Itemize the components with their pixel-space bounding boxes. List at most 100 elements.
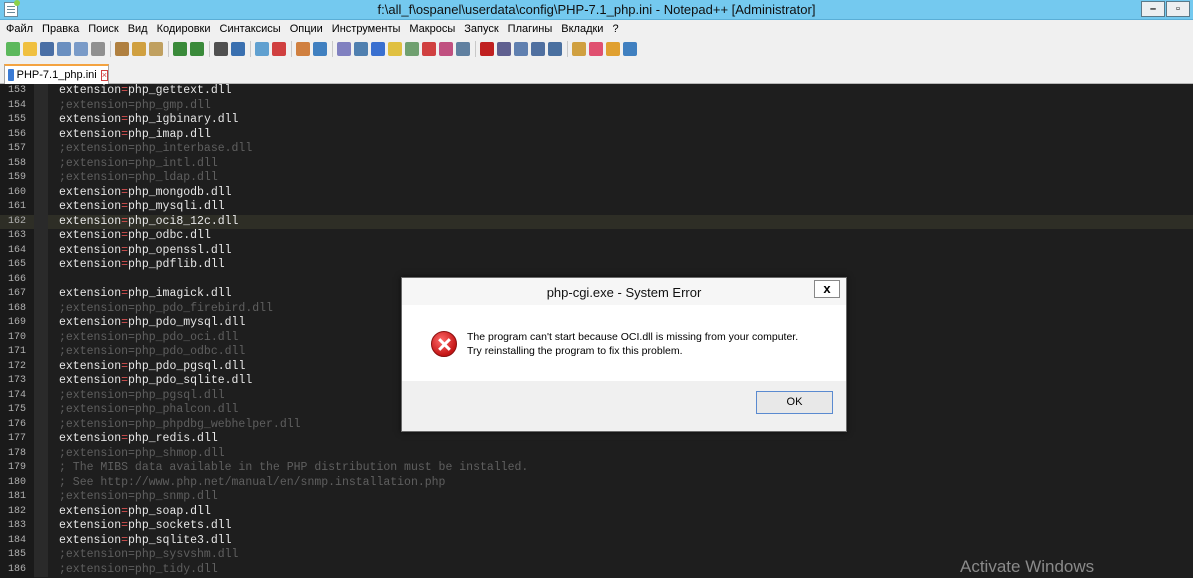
toolbar-button-icon[interactable] bbox=[388, 42, 402, 56]
toolbar-button-icon[interactable] bbox=[272, 42, 286, 56]
toolbar-button-icon[interactable] bbox=[115, 42, 129, 56]
toolbar-button-icon[interactable] bbox=[497, 42, 511, 56]
fold-margin bbox=[34, 229, 48, 244]
minimize-button[interactable]: – bbox=[1141, 1, 1165, 17]
toolbar-button-icon[interactable] bbox=[255, 42, 269, 56]
fold-margin bbox=[34, 185, 48, 200]
code-text: extension=php_mongodb.dll bbox=[59, 185, 232, 199]
toolbar-button-icon[interactable] bbox=[149, 42, 163, 56]
line-number: 177 bbox=[7, 433, 26, 444]
code-line[interactable]: 178 ;extension=php_shmop.dll bbox=[0, 446, 1193, 461]
toolbar-button-icon[interactable] bbox=[606, 42, 620, 56]
code-line[interactable]: 154 ;extension=php_gmp.dll bbox=[0, 98, 1193, 113]
toolbar-button-icon[interactable] bbox=[132, 42, 146, 56]
toolbar-button-icon[interactable] bbox=[74, 42, 88, 56]
ok-button[interactable]: OK bbox=[756, 391, 833, 414]
menu-item[interactable]: Запуск bbox=[464, 23, 498, 35]
toolbar-button-icon[interactable] bbox=[371, 42, 385, 56]
toolbar-button-icon[interactable] bbox=[337, 42, 351, 56]
menu-item[interactable]: Опции bbox=[290, 23, 323, 35]
code-line[interactable]: 183 extension=php_sockets.dll bbox=[0, 519, 1193, 534]
toolbar-button-icon[interactable] bbox=[190, 42, 204, 56]
line-number: 171 bbox=[7, 346, 26, 357]
line-number: 165 bbox=[7, 259, 26, 270]
code-line[interactable]: 161 extension=php_mysqli.dll bbox=[0, 200, 1193, 215]
menu-item[interactable]: Инструменты bbox=[332, 23, 401, 35]
code-line[interactable]: 155 extension=php_igbinary.dll bbox=[0, 113, 1193, 128]
toolbar-button-icon[interactable] bbox=[57, 42, 71, 56]
toolbar-button-icon[interactable] bbox=[296, 42, 310, 56]
code-line[interactable]: 158 ;extension=php_intl.dll bbox=[0, 156, 1193, 171]
toolbar-button-icon[interactable] bbox=[405, 42, 419, 56]
code-line[interactable]: 180 ; See http://www.php.net/manual/en/sn… bbox=[0, 475, 1193, 490]
line-number: 162 bbox=[7, 215, 26, 227]
menu-item[interactable]: ? bbox=[612, 23, 618, 35]
title-bar: f:\all_f\ospanel\userdata\config\PHP-7.1… bbox=[0, 0, 1193, 20]
line-number: 154 bbox=[7, 99, 26, 111]
code-line[interactable]: 165 extension=php_pdflib.dll bbox=[0, 258, 1193, 273]
menu-item[interactable]: Поиск bbox=[88, 23, 118, 35]
code-text: ; See http://www.php.net/manual/en/snmp.… bbox=[59, 475, 446, 489]
code-line[interactable]: 177 extension=php_redis.dll bbox=[0, 432, 1193, 447]
tab-close-icon[interactable]: × bbox=[100, 69, 108, 81]
toolbar bbox=[0, 37, 1193, 61]
toolbar-button-icon[interactable] bbox=[231, 42, 245, 56]
code-line[interactable]: 181 ;extension=php_snmp.dll bbox=[0, 490, 1193, 505]
code-text: ;extension=php_pdo_oci.dll bbox=[59, 330, 239, 344]
toolbar-button-icon[interactable] bbox=[91, 42, 105, 56]
code-line[interactable]: 163 extension=php_odbc.dll bbox=[0, 229, 1193, 244]
menu-item[interactable]: Кодировки bbox=[157, 23, 211, 35]
menu-item[interactable]: Вкладки bbox=[561, 23, 603, 35]
code-text: ;extension=php_phpdbg_webhelper.dll bbox=[59, 417, 301, 431]
tab-bar: PHP-7.1_php.ini × bbox=[0, 61, 1193, 84]
dialog-close-button[interactable]: x bbox=[814, 280, 840, 298]
toolbar-separator bbox=[567, 41, 568, 57]
toolbar-button-icon[interactable] bbox=[572, 42, 586, 56]
menu-item[interactable]: Файл bbox=[6, 23, 33, 35]
toolbar-button-icon[interactable] bbox=[173, 42, 187, 56]
toolbar-button-icon[interactable] bbox=[23, 42, 37, 56]
restore-button[interactable]: ▫ bbox=[1166, 1, 1190, 17]
code-line[interactable]: 153 extension=php_gettext.dll bbox=[0, 84, 1193, 99]
toolbar-button-icon[interactable] bbox=[439, 42, 453, 56]
code-line[interactable]: 160 extension=php_mongodb.dll bbox=[0, 185, 1193, 200]
code-line[interactable]: 156 extension=php_imap.dll bbox=[0, 127, 1193, 142]
line-number: 174 bbox=[7, 389, 26, 401]
code-line[interactable]: 184 extension=php_sqlite3.dll bbox=[0, 533, 1193, 548]
toolbar-button-icon[interactable] bbox=[480, 42, 494, 56]
line-number: 184 bbox=[7, 534, 26, 546]
toolbar-button-icon[interactable] bbox=[531, 42, 545, 56]
toolbar-button-icon[interactable] bbox=[514, 42, 528, 56]
line-number: 159 bbox=[7, 172, 26, 183]
code-text: extension=php_redis.dll bbox=[59, 432, 218, 445]
toolbar-button-icon[interactable] bbox=[589, 42, 603, 56]
code-text: extension=php_mysqli.dll bbox=[59, 200, 225, 213]
tab-php-ini[interactable]: PHP-7.1_php.ini × bbox=[4, 64, 109, 84]
menu-item[interactable]: Правка bbox=[42, 23, 79, 35]
menu-item[interactable]: Плагины bbox=[508, 23, 553, 35]
toolbar-button-icon[interactable] bbox=[214, 42, 228, 56]
toolbar-button-icon[interactable] bbox=[548, 42, 562, 56]
code-line[interactable]: 179 ; The MIBS data available in the PHP … bbox=[0, 461, 1193, 476]
menu-item[interactable]: Синтаксисы bbox=[220, 23, 281, 35]
code-text: ;extension=php_phalcon.dll bbox=[59, 403, 239, 416]
menu-item[interactable]: Макросы bbox=[409, 23, 455, 35]
code-line[interactable]: 162 extension=php_oci8_12c.dll bbox=[0, 214, 1193, 229]
line-number: 181 bbox=[7, 491, 26, 502]
code-line[interactable]: 159 ;extension=php_ldap.dll bbox=[0, 171, 1193, 186]
toolbar-button-icon[interactable] bbox=[422, 42, 436, 56]
toolbar-button-icon[interactable] bbox=[623, 42, 637, 56]
code-line[interactable]: 164 extension=php_openssl.dll bbox=[0, 243, 1193, 258]
code-line[interactable]: 182 extension=php_soap.dll bbox=[0, 504, 1193, 519]
code-line[interactable]: 157 ;extension=php_interbase.dll bbox=[0, 142, 1193, 157]
toolbar-button-icon[interactable] bbox=[456, 42, 470, 56]
line-number: 157 bbox=[7, 143, 26, 154]
line-number: 178 bbox=[7, 447, 26, 459]
toolbar-button-icon[interactable] bbox=[6, 42, 20, 56]
code-text: ;extension=php_pdo_firebird.dll bbox=[59, 301, 273, 315]
toolbar-button-icon[interactable] bbox=[313, 42, 327, 56]
code-text: extension=php_gettext.dll bbox=[59, 84, 232, 97]
toolbar-button-icon[interactable] bbox=[354, 42, 368, 56]
menu-item[interactable]: Вид bbox=[128, 23, 148, 35]
toolbar-button-icon[interactable] bbox=[40, 42, 54, 56]
